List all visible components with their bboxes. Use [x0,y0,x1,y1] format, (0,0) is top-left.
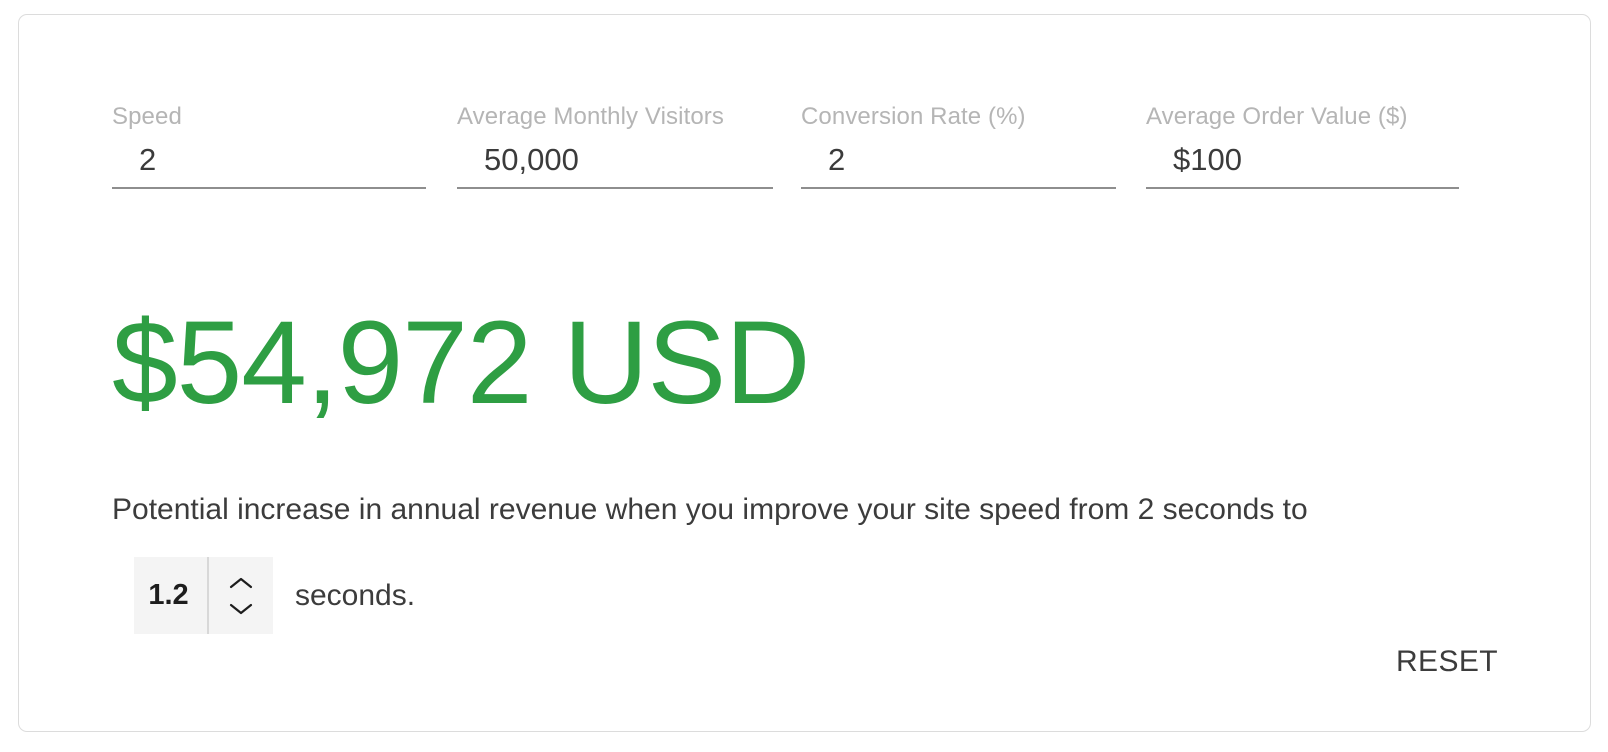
reset-button[interactable]: RESET [1394,638,1500,686]
field-label-monthly-visitors: Average Monthly Visitors [457,103,724,130]
stepper-increment-button[interactable] [221,570,261,596]
conversion-rate-input[interactable] [801,141,1116,189]
calculator-inputs-row: Speed Average Monthly Visitors Conversio… [112,103,1562,213]
target-speed-stepper[interactable]: 1.2 [134,557,273,634]
stepper-buttons [207,557,273,634]
field-label-speed: Speed [112,103,182,130]
field-speed: Speed [112,103,426,189]
chevron-down-icon [228,602,254,616]
field-monthly-visitors: Average Monthly Visitors [457,103,773,189]
target-speed-value: 1.2 [148,579,189,611]
seconds-unit-label: seconds. [295,578,416,612]
result-description: Potential increase in annual revenue whe… [112,493,1308,526]
chevron-up-icon [228,576,254,590]
field-label-conversion-rate: Conversion Rate (%) [801,103,1026,130]
revenue-calculator-card: Speed Average Monthly Visitors Conversio… [18,14,1591,732]
average-order-value-input[interactable] [1146,141,1459,189]
target-speed-row: 1.2 seconds. [134,557,415,634]
field-average-order-value: Average Order Value ($) [1146,103,1459,189]
field-conversion-rate: Conversion Rate (%) [801,103,1116,189]
stepper-decrement-button[interactable] [221,596,261,622]
speed-input[interactable] [112,141,426,189]
monthly-visitors-input[interactable] [457,141,773,189]
field-label-average-order-value: Average Order Value ($) [1146,103,1408,130]
result-amount: $54,972 USD [112,297,810,429]
